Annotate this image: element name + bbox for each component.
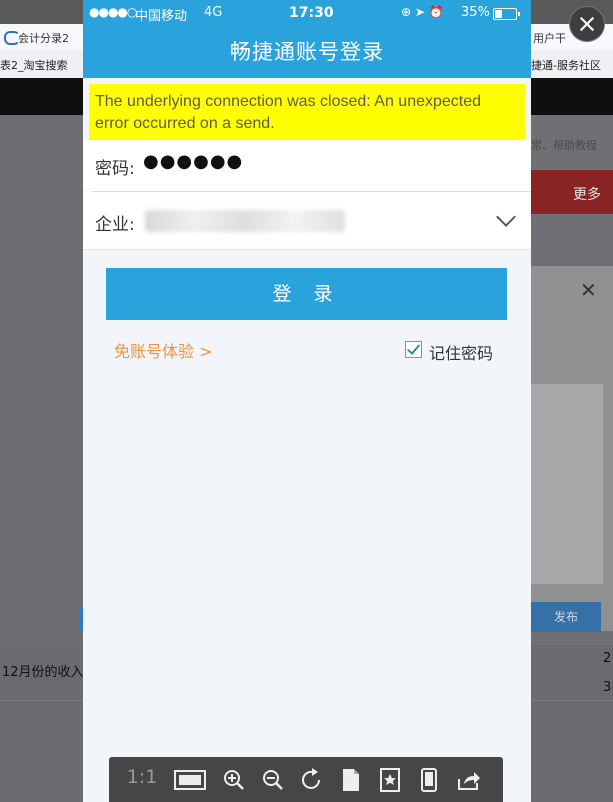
- password-label: 密码:: [95, 159, 135, 179]
- page-dialog: [531, 266, 613, 631]
- viewer-close-button[interactable]: [569, 6, 605, 42]
- password-field[interactable]: ●●●●●●: [143, 151, 243, 172]
- company-label: 企业:: [95, 215, 135, 235]
- list-number: 2: [603, 651, 612, 666]
- dialog-close-icon[interactable]: ✕: [580, 278, 597, 302]
- bookmark-right[interactable]: 捷通-服务社区: [531, 50, 613, 78]
- company-row[interactable]: 企业:: [83, 192, 531, 249]
- page-bottom-left: 12月份的收入: [0, 645, 84, 802]
- viewer-toolbar: 1:1: [109, 757, 503, 802]
- app-header: ●●●●○ 中国移动 4G 17:30 ⊕ ➤ ⏰ 35% 畅捷通账号登录: [83, 0, 531, 78]
- bookmark-left[interactable]: 表2_淘宝搜索: [0, 50, 83, 78]
- actual-size-button[interactable]: 1:1: [126, 766, 158, 792]
- network-type: 4G: [204, 5, 223, 20]
- browser-tab[interactable]: 会计分录2: [0, 24, 83, 50]
- bookmark-star-icon[interactable]: [377, 767, 403, 793]
- status-bar: ●●●●○ 中国移动 4G 17:30 ⊕ ➤ ⏰ 35%: [83, 0, 531, 26]
- carrier-name: 中国移动: [135, 9, 188, 24]
- share-icon[interactable]: [455, 767, 481, 793]
- battery-icon: [493, 8, 520, 20]
- page-red-bar: 更多: [531, 170, 613, 214]
- login-button[interactable]: 登 录: [106, 268, 507, 320]
- field-divider: [83, 249, 531, 250]
- trial-link[interactable]: 免账号体验 >: [114, 338, 213, 362]
- company-value-redacted: [145, 210, 345, 232]
- page-title: 畅捷通账号登录: [230, 40, 384, 64]
- dialog-textarea: [531, 384, 603, 584]
- rotate-icon[interactable]: [299, 767, 325, 793]
- row-divider: [0, 700, 83, 701]
- bookmark-right-label: 捷通-服务社区: [531, 59, 601, 72]
- signal-strength-icon: ●●●●○: [89, 5, 137, 19]
- status-icons: ⊕ ➤ ⏰: [401, 5, 444, 19]
- page-icon[interactable]: [338, 767, 364, 793]
- status-time: 17:30: [289, 5, 334, 21]
- fit-screen-icon[interactable]: [173, 767, 207, 793]
- remember-label: 记住密码: [429, 344, 494, 363]
- battery-percent: 35%: [461, 5, 490, 20]
- list-number: 3: [603, 680, 612, 695]
- browser-tab-label: 会计分录2: [18, 32, 69, 45]
- zoom-in-icon[interactable]: [221, 767, 247, 793]
- publish-button[interactable]: 发布: [531, 602, 601, 632]
- chevron-down-icon[interactable]: [496, 207, 516, 227]
- password-row[interactable]: 密码: ●●●●●●: [83, 140, 531, 191]
- more-link[interactable]: 更多: [573, 184, 601, 204]
- error-banner: The underlying connection was closed: An…: [89, 84, 525, 140]
- bookmark-left-label: 表2_淘宝搜索: [0, 59, 68, 72]
- zoom-out-icon[interactable]: [260, 767, 286, 793]
- remember-checkbox[interactable]: [405, 341, 422, 358]
- page-left-content: [0, 115, 83, 645]
- device-icon[interactable]: [416, 767, 442, 793]
- phone-screen: ●●●●○ 中国移动 4G 17:30 ⊕ ➤ ⏰ 35% 畅捷通账号登录 Th…: [83, 0, 531, 802]
- list-item-text: 12月份的收入: [2, 665, 84, 680]
- page-bottom-right: [531, 645, 613, 802]
- help-text: 常、帮助教程: [531, 139, 597, 152]
- browser-tab-right-label: 用户干: [533, 32, 566, 45]
- row-divider: [531, 700, 613, 701]
- error-message: The underlying connection was closed: An…: [95, 93, 482, 132]
